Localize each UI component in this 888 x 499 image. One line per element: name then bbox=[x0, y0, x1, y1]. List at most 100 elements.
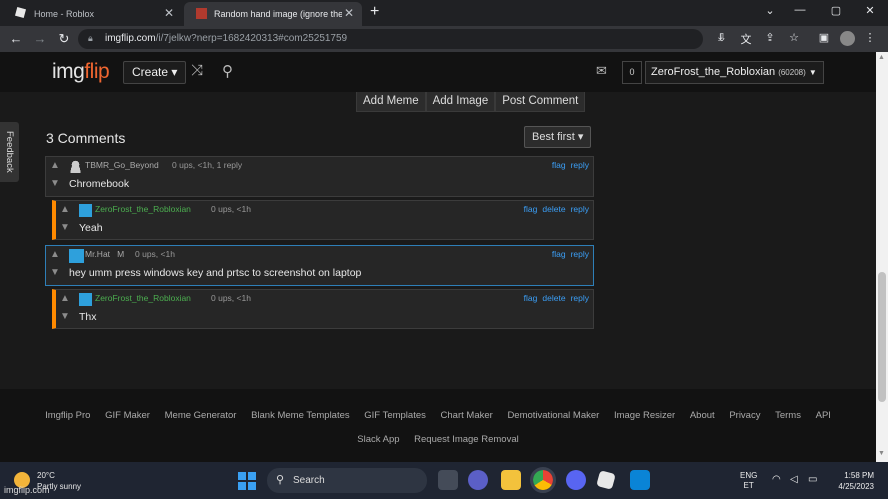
scroll-up-icon[interactable]: ▲ bbox=[878, 54, 885, 61]
maximize-button[interactable]: ▢ bbox=[826, 4, 846, 17]
default-avatar-icon[interactable] bbox=[69, 160, 82, 173]
feedback-tab[interactable]: Feedback bbox=[0, 122, 19, 182]
footer-link[interactable]: Image Resizer bbox=[614, 410, 675, 421]
scroll-down-icon[interactable]: ▼ bbox=[878, 450, 885, 457]
mr-hat-avatar[interactable] bbox=[69, 249, 84, 263]
close-icon[interactable]: ✕ bbox=[344, 6, 354, 20]
notification-count[interactable]: 0 bbox=[622, 61, 642, 84]
download-icon[interactable]: ⇩ bbox=[714, 31, 730, 44]
chat-app-icon[interactable] bbox=[468, 470, 488, 490]
translate-icon[interactable]: 文 bbox=[738, 31, 754, 47]
bookmark-star-icon[interactable]: ☆ bbox=[786, 31, 802, 44]
comment-username[interactable]: ZeroFrost_the_Robloxian bbox=[95, 204, 191, 214]
user-avatar[interactable] bbox=[79, 293, 92, 306]
add-image-button[interactable]: Add Image bbox=[425, 92, 496, 112]
footer-link[interactable]: GIF Templates bbox=[364, 410, 426, 421]
chrome-icon[interactable] bbox=[530, 467, 556, 493]
windows-start-icon[interactable] bbox=[238, 472, 256, 490]
tab-search-icon[interactable]: ⌄ bbox=[760, 4, 780, 17]
roblox-studio-icon[interactable] bbox=[630, 470, 650, 490]
tab-roblox[interactable]: Home - Roblox ✕ bbox=[4, 2, 182, 26]
post-comment-button[interactable]: Post Comment bbox=[495, 92, 586, 112]
create-button[interactable]: Create ▾ bbox=[123, 61, 187, 84]
new-tab-button[interactable]: + bbox=[370, 3, 379, 21]
address-bar[interactable]: 🔒︎ imgflip.com/i/7jelkw?nerp=1682420313#… bbox=[78, 29, 722, 49]
battery-icon[interactable]: ▭ bbox=[808, 474, 817, 485]
page-content: imgflip Create ▾ ⤨ ⚲ ✉ 0 ZeroFrost_the_R… bbox=[0, 52, 876, 462]
chevron-down-icon: ▼ bbox=[808, 68, 817, 77]
comment-username[interactable]: TBMR_Go_Beyond bbox=[85, 160, 159, 170]
downvote-arrow-icon[interactable]: ▼ bbox=[60, 312, 70, 322]
side-panel-icon[interactable]: ▣ bbox=[816, 31, 832, 44]
downvote-arrow-icon[interactable]: ▼ bbox=[60, 223, 70, 233]
reload-icon[interactable]: ↻ bbox=[56, 31, 72, 47]
footer-link[interactable]: Blank Meme Templates bbox=[251, 410, 350, 421]
tab-imgflip[interactable]: Random hand image (ignore the ✕ bbox=[184, 2, 362, 26]
reply-link[interactable]: reply bbox=[571, 204, 589, 214]
page-scrollbar[interactable]: ▲ ▼ bbox=[876, 52, 888, 462]
flag-link[interactable]: flag bbox=[524, 293, 538, 303]
reply-link[interactable]: reply bbox=[571, 249, 589, 259]
clock-time: 1:58 PM bbox=[844, 471, 874, 480]
close-window-button[interactable]: ✕ bbox=[860, 4, 880, 17]
flag-link[interactable]: flag bbox=[524, 204, 538, 214]
footer-link[interactable]: Imgflip Pro bbox=[45, 410, 90, 421]
footer-link[interactable]: Terms bbox=[775, 410, 801, 421]
back-arrow-icon[interactable]: ← bbox=[8, 31, 24, 46]
flag-link[interactable]: flag bbox=[552, 160, 566, 170]
taskbar-search[interactable]: ⚲ Search bbox=[267, 468, 427, 493]
comment-username[interactable]: ZeroFrost_the_Robloxian bbox=[95, 293, 191, 303]
comment-reply: ▲ ▼ ZeroFrost_the_Robloxian 0 ups, <1h Y… bbox=[52, 200, 594, 240]
scrollbar-thumb[interactable] bbox=[878, 272, 886, 402]
footer-link[interactable]: Request Image Removal bbox=[414, 434, 519, 445]
roblox-icon[interactable] bbox=[596, 470, 616, 490]
upvote-arrow-icon[interactable]: ▲ bbox=[50, 250, 60, 260]
upvote-arrow-icon[interactable]: ▲ bbox=[60, 294, 70, 304]
imgflip-logo[interactable]: imgflip bbox=[52, 60, 110, 84]
site-footer: Imgflip Pro GIF Maker Meme Generator Bla… bbox=[0, 389, 876, 462]
footer-link[interactable]: Meme Generator bbox=[165, 410, 237, 421]
volume-icon[interactable]: ◁ bbox=[790, 474, 798, 485]
delete-link[interactable]: delete bbox=[542, 204, 565, 214]
flag-link[interactable]: flag bbox=[552, 249, 566, 259]
language-indicator[interactable]: ENG ET bbox=[740, 471, 757, 491]
footer-link[interactable]: Chart Maker bbox=[441, 410, 493, 421]
footer-link[interactable]: Slack App bbox=[357, 434, 399, 445]
user-menu-button[interactable]: ZeroFrost_the_Robloxian (60208) ▼ bbox=[645, 61, 824, 84]
profile-avatar[interactable] bbox=[840, 31, 855, 46]
upvote-arrow-icon[interactable]: ▲ bbox=[60, 205, 70, 215]
shuffle-icon[interactable]: ⤨ bbox=[191, 62, 203, 79]
footer-link[interactable]: About bbox=[690, 410, 715, 421]
reply-link[interactable]: reply bbox=[571, 160, 589, 170]
footer-link[interactable]: API bbox=[816, 410, 831, 421]
search-icon: ⚲ bbox=[276, 474, 285, 486]
kebab-menu-icon[interactable]: ⋮ bbox=[862, 31, 878, 44]
downvote-arrow-icon[interactable]: ▼ bbox=[50, 268, 60, 278]
share-icon[interactable]: ⇪ bbox=[762, 31, 778, 44]
add-meme-button[interactable]: Add Meme bbox=[356, 92, 426, 112]
file-explorer-icon[interactable] bbox=[501, 470, 521, 490]
reply-link[interactable]: reply bbox=[571, 293, 589, 303]
footer-link[interactable]: Privacy bbox=[729, 410, 760, 421]
sort-dropdown[interactable]: Best first ▾ bbox=[524, 126, 592, 148]
search-icon[interactable]: ⚲ bbox=[222, 62, 233, 80]
taskbar-clock[interactable]: 1:58 PM 4/25/2023 bbox=[826, 470, 874, 492]
footer-link[interactable]: GIF Maker bbox=[105, 410, 150, 421]
wifi-icon[interactable]: ◠ bbox=[772, 474, 781, 485]
task-view-icon[interactable] bbox=[438, 470, 458, 490]
discord-icon[interactable] bbox=[566, 470, 586, 490]
mail-icon[interactable]: ✉ bbox=[596, 63, 607, 79]
comment-username[interactable]: Mr.Hat M bbox=[85, 249, 124, 259]
footer-link[interactable]: Demotivational Maker bbox=[507, 410, 599, 421]
user-avatar[interactable] bbox=[79, 204, 92, 217]
comment-links: flag reply bbox=[547, 160, 589, 170]
forward-arrow-icon[interactable]: → bbox=[32, 31, 48, 46]
minimize-button[interactable]: — bbox=[790, 4, 810, 16]
comment-links: flag reply bbox=[547, 249, 589, 259]
tab-title: Random hand image (ignore the bbox=[214, 9, 342, 19]
delete-link[interactable]: delete bbox=[542, 293, 565, 303]
browser-tab-strip: Home - Roblox ✕ Random hand image (ignor… bbox=[0, 0, 888, 26]
upvote-arrow-icon[interactable]: ▲ bbox=[50, 161, 60, 171]
downvote-arrow-icon[interactable]: ▼ bbox=[50, 179, 60, 189]
close-icon[interactable]: ✕ bbox=[164, 6, 174, 20]
